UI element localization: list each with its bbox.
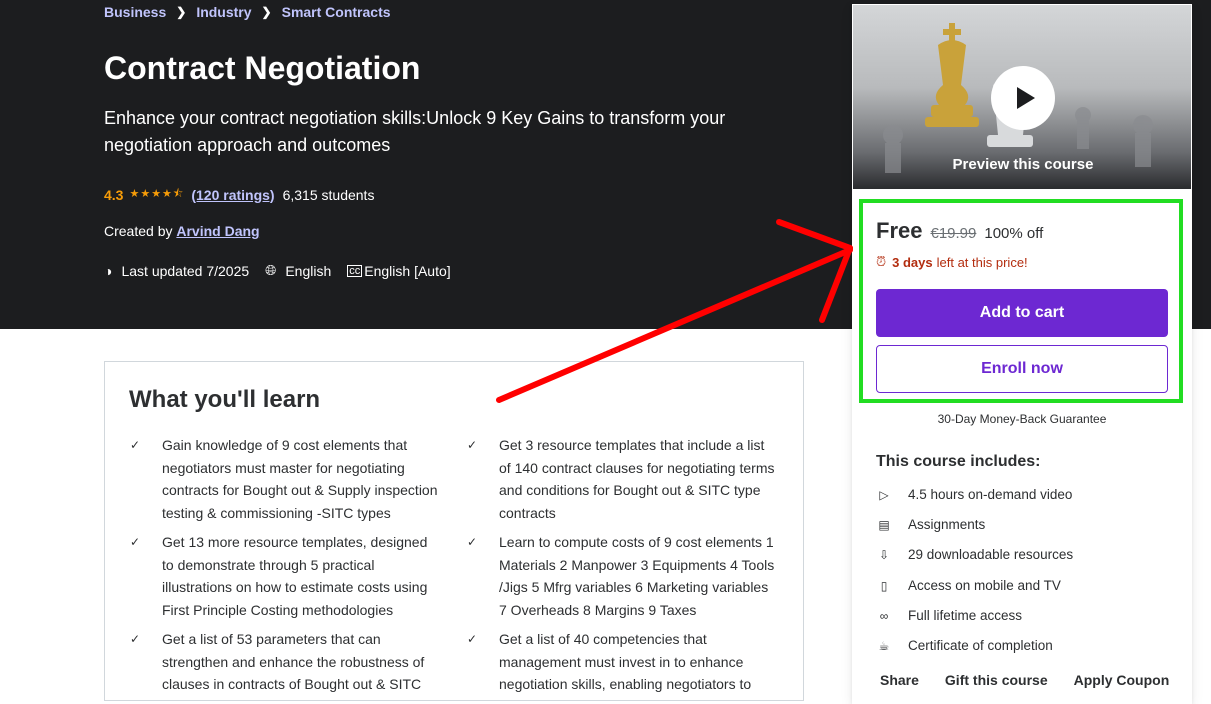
- course-subtitle: Enhance your contract negotiation skills…: [104, 108, 726, 155]
- breadcrumb-smart-contracts[interactable]: Smart Contracts: [282, 4, 391, 20]
- last-updated: ◑ Last updated 7/2025: [104, 263, 249, 279]
- learn-item: ✓ Get 13 more resource templates, design…: [130, 531, 442, 621]
- rating-score: 4.3: [104, 186, 124, 203]
- include-label: 29 downloadable resources: [908, 547, 1074, 562]
- learn-item: ✓ Get a list of 53 parameters that can s…: [130, 628, 442, 696]
- course-preview[interactable]: Preview this course: [852, 4, 1192, 190]
- learn-item-text: Get a list of 53 parameters that can str…: [162, 631, 425, 692]
- learn-title: What you'll learn: [129, 386, 321, 413]
- page-title: Contract Negotiation: [104, 50, 421, 86]
- learn-item: ✓ Gain knowledge of 9 cost elements that…: [130, 434, 442, 524]
- include-label: Full lifetime access: [908, 608, 1023, 623]
- download-icon: ⇩: [878, 547, 890, 562]
- include-item: ▷ 4.5 hours on-demand video: [876, 487, 1072, 502]
- language-text: English: [285, 262, 332, 279]
- play-button[interactable]: [991, 66, 1055, 130]
- created-by-label: Created by: [104, 223, 173, 239]
- include-label: Certificate of completion: [908, 638, 1053, 653]
- ratings-count-link[interactable]: (120 ratings): [191, 187, 274, 203]
- check-icon: ✓: [467, 438, 478, 452]
- last-updated-text: Last updated 7/2025: [121, 262, 250, 279]
- course-meta: ◑ Last updated 7/2025 🌐︎ English cc Engl…: [104, 262, 467, 279]
- mobile-icon: ▯: [880, 578, 888, 593]
- include-item: ∞ Full lifetime access: [876, 608, 1022, 623]
- apply-coupon-link[interactable]: Apply Coupon: [1074, 672, 1170, 688]
- star-rating-icon: ★★★★⯪: [129, 188, 185, 200]
- learn-item-text: Gain knowledge of 9 cost elements that n…: [162, 437, 438, 521]
- captions: cc English [Auto]: [347, 262, 451, 279]
- include-label: Assignments: [908, 517, 986, 532]
- sidebar-footer-links: Share Gift this course Apply Coupon: [880, 672, 1169, 688]
- preview-label: Preview this course: [952, 156, 1094, 173]
- breadcrumb-industry[interactable]: Industry: [196, 4, 251, 20]
- gift-course-link[interactable]: Gift this course: [945, 672, 1048, 688]
- check-icon: ✓: [130, 535, 141, 549]
- learn-item: ✓ Learn to compute costs of 9 cost eleme…: [467, 531, 779, 621]
- created-by: Created by Arvind Dang: [104, 223, 260, 239]
- learn-item-text: Get 3 resource templates that include a …: [499, 437, 775, 521]
- highlight-box-annotation: [859, 199, 1183, 403]
- alert-badge-icon: ◑: [104, 262, 113, 279]
- include-item: ☕︎ Certificate of completion: [876, 638, 1053, 653]
- learn-item: ✓ Get a list of 40 competencies that man…: [467, 628, 779, 696]
- assignment-icon: ▤: [878, 517, 890, 532]
- include-item: ▯ Access on mobile and TV: [876, 578, 1061, 593]
- what-youll-learn: What you'll learn ✓ Gain knowledge of 9 …: [104, 361, 804, 701]
- rating-row: 4.3 ★★★★⯪ (120 ratings) 6,315 students: [104, 185, 374, 204]
- check-icon: ✓: [130, 632, 141, 646]
- language: 🌐︎ English: [265, 262, 331, 279]
- include-item: ⇩ 29 downloadable resources: [876, 547, 1073, 562]
- includes-title: This course includes:: [876, 453, 1041, 470]
- infinity-icon: ∞: [879, 608, 889, 623]
- include-label: 4.5 hours on-demand video: [908, 487, 1073, 502]
- video-icon: ▷: [879, 487, 889, 502]
- include-item: ▤ Assignments: [876, 517, 985, 532]
- check-icon: ✓: [467, 632, 478, 646]
- globe-icon: 🌐︎: [265, 262, 277, 278]
- check-icon: ✓: [467, 535, 478, 549]
- students-count: 6,315 students: [282, 186, 375, 203]
- learn-item-text: Get a list of 40 competencies that manag…: [499, 631, 752, 692]
- learn-item-text: Get 13 more resource templates, designed…: [162, 534, 428, 618]
- trophy-icon: ☕︎: [878, 638, 890, 653]
- breadcrumb-business[interactable]: Business: [104, 4, 166, 20]
- closed-captions-icon: cc: [347, 264, 363, 277]
- learn-item-text: Learn to compute costs of 9 cost element…: [499, 534, 775, 618]
- chevron-right-icon: ❯: [261, 5, 272, 19]
- breadcrumb: Business ❯ Industry ❯ Smart Contracts: [104, 4, 391, 20]
- check-icon: ✓: [130, 438, 141, 452]
- chevron-right-icon: ❯: [176, 5, 187, 19]
- money-back-guarantee: 30-Day Money-Back Guarantee: [937, 412, 1107, 426]
- author-link[interactable]: Arvind Dang: [176, 223, 259, 239]
- include-label: Access on mobile and TV: [908, 578, 1061, 593]
- learn-item: ✓ Get 3 resource templates that include …: [467, 434, 779, 524]
- share-link[interactable]: Share: [880, 672, 919, 688]
- captions-text: English [Auto]: [364, 262, 451, 279]
